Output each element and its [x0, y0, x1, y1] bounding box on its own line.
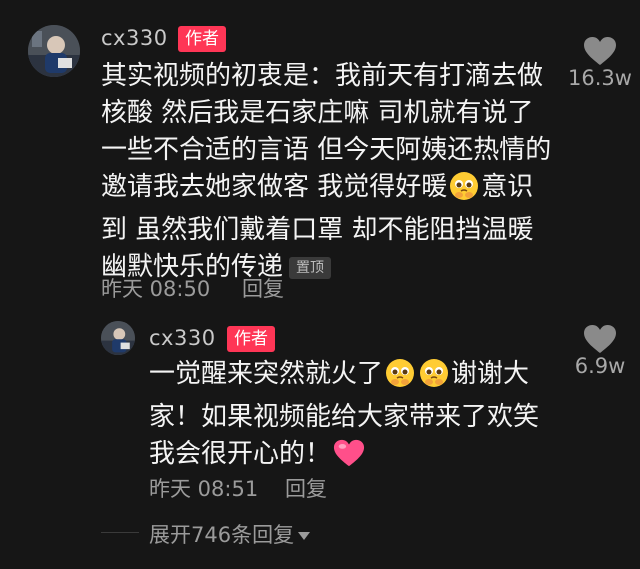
reply-reply-button[interactable]: 回复	[285, 473, 327, 503]
reply-line-part: 我会很开心的！	[149, 439, 332, 469]
expand-replies-label: 展开746条回复	[149, 523, 295, 547]
reply-like-button[interactable]: 6.9w	[568, 324, 632, 378]
pleading-face-icon	[419, 358, 449, 399]
heart-icon	[584, 325, 616, 353]
pleading-face-icon	[385, 358, 415, 399]
heart-icon	[584, 37, 616, 65]
comment-line: 核酸 然后我是石家庄嘛 司机就有说了	[101, 98, 534, 128]
like-button[interactable]: 16.3w	[568, 36, 632, 90]
user-photo-icon	[28, 25, 80, 77]
user-photo-icon	[101, 321, 135, 355]
avatar[interactable]	[28, 25, 80, 77]
comment-line: 其实视频的初衷是：我前天有打滴去做	[101, 61, 544, 91]
comment-line: 到 虽然我们戴着口罩 却不能阻挡温暖	[101, 215, 534, 245]
author-badge: 作者	[178, 26, 226, 52]
pinned-badge: 置顶	[289, 257, 332, 279]
like-count: 16.3w	[568, 66, 632, 90]
comment-line-part: 邀请我去她家做客 我觉得好暖	[101, 172, 448, 202]
comment-line: 邀请我去她家做客 我觉得好暖 意识	[101, 169, 561, 212]
reply-line: 家！如果视频能给大家带来了欢笑	[149, 402, 540, 432]
reply-line-part: 谢谢大	[451, 359, 530, 389]
pink-heart-icon	[333, 438, 365, 479]
reply-avatar[interactable]	[101, 321, 135, 355]
reply-line-part: 一觉醒来突然就火了	[149, 359, 384, 389]
comment-line: 一些不合适的言语 但今天阿姨还热情的	[101, 135, 552, 165]
comment-time: 昨天 08:50	[101, 277, 211, 301]
reply-time: 昨天 08:51	[149, 477, 259, 501]
comment-username[interactable]: cx330	[101, 26, 168, 50]
reply-like-count: 6.9w	[574, 354, 626, 378]
reply-author-badge: 作者	[227, 326, 275, 352]
reply-text: 一觉醒来突然就火了 谢谢大 家！如果视频能给大家带来了欢笑 我会很开心的！	[149, 356, 569, 479]
reply-line: 一觉醒来突然就火了 谢谢大	[149, 356, 569, 399]
divider	[101, 532, 139, 533]
pleading-face-icon	[449, 171, 479, 212]
reply-button[interactable]: 回复	[242, 273, 284, 303]
comment-text: 其实视频的初衷是：我前天有打滴去做 核酸 然后我是石家庄嘛 司机就有说了 一些不…	[101, 58, 561, 286]
expand-replies-button[interactable]: 展开746条回复	[149, 519, 311, 549]
comment-line-part: 意识	[481, 172, 534, 202]
reply-username[interactable]: cx330	[149, 326, 216, 350]
caret-down-icon	[298, 532, 311, 540]
